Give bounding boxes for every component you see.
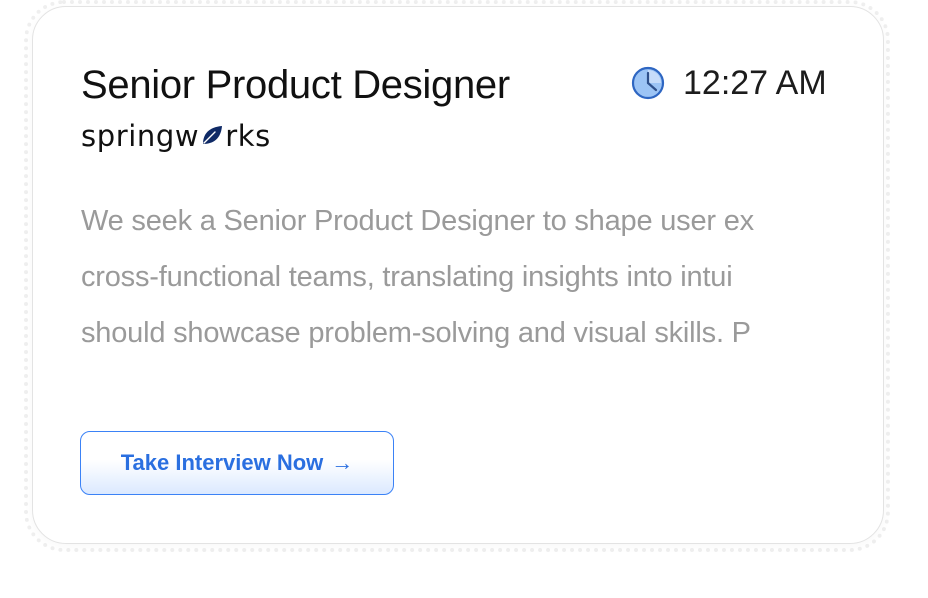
time-label: 12:27 AM <box>683 63 827 102</box>
leaf-icon <box>203 126 223 144</box>
company-logo: springw rks <box>81 119 271 153</box>
description-line: should showcase problem-solving and visu… <box>81 317 751 349</box>
take-interview-label: Take Interview Now <box>120 450 324 475</box>
logo-text-suffix: rks <box>225 119 271 153</box>
clock-icon <box>631 66 665 100</box>
job-card: Senior Product Designer 12:27 AM springw… <box>32 6 884 544</box>
interview-time: 12:27 AM <box>631 61 827 105</box>
job-description: We seek a Senior Product Designer to sha… <box>81 193 837 363</box>
logo-text-prefix: springw <box>81 119 200 153</box>
arrow-right-icon: → <box>331 450 354 475</box>
job-title: Senior Product Designer <box>81 63 510 107</box>
take-interview-button[interactable]: Take Interview Now → <box>80 431 394 495</box>
description-line: We seek a Senior Product Designer to sha… <box>81 205 754 237</box>
description-line: cross-functional teams, translating insi… <box>81 261 733 293</box>
